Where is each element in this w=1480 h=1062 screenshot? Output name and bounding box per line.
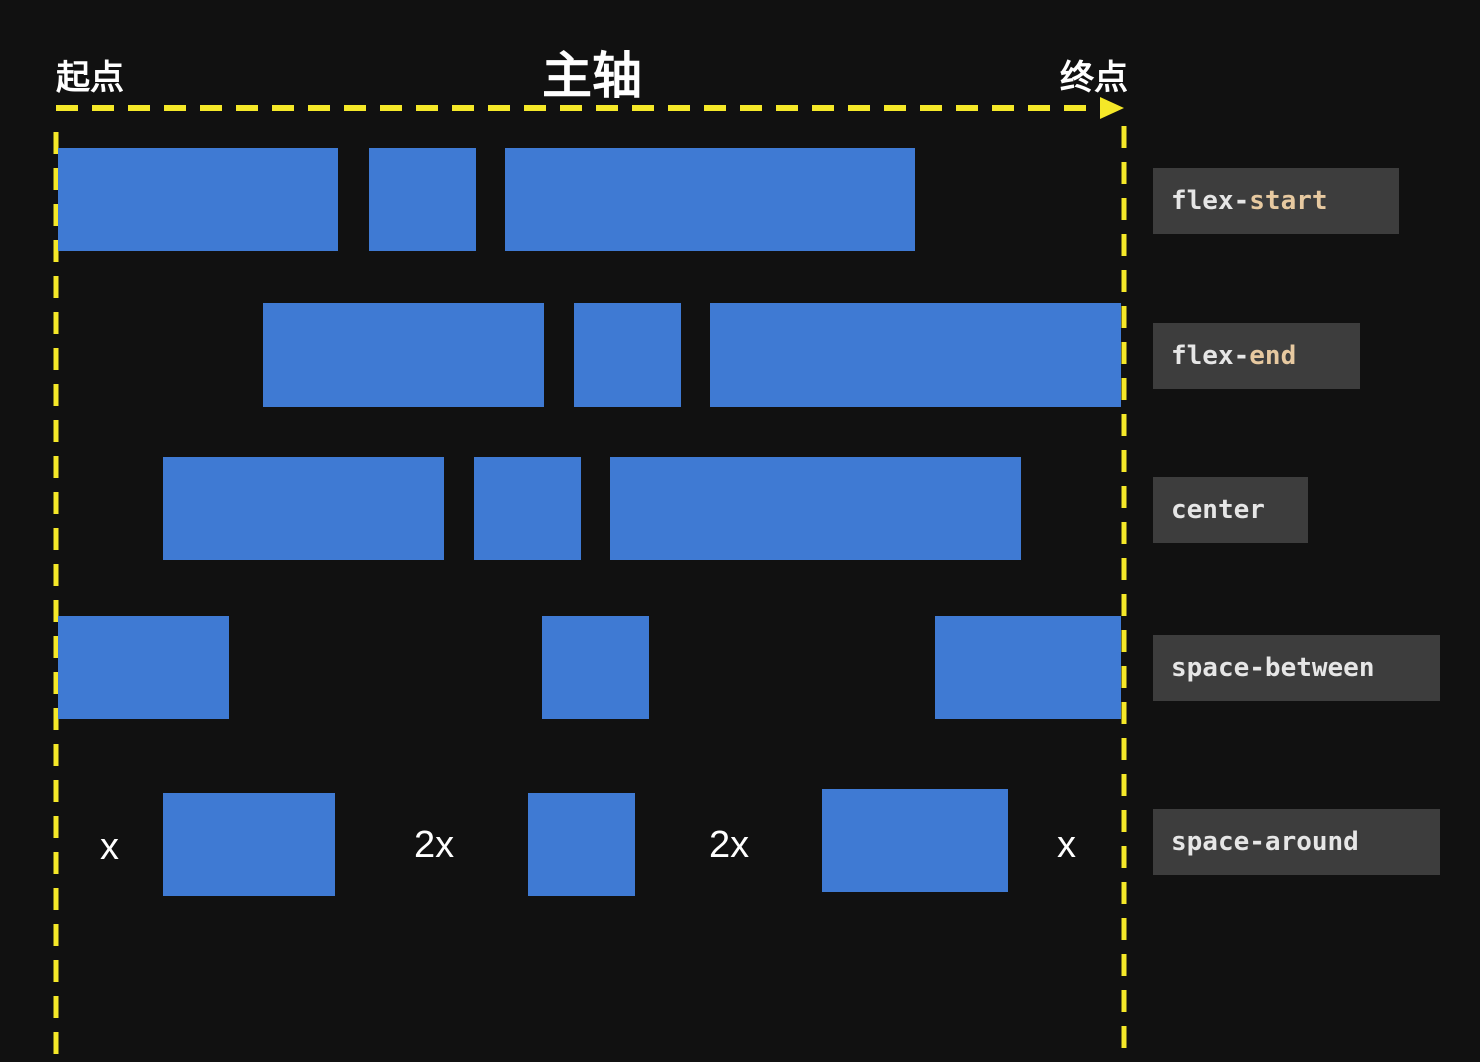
main-axis-arrowhead (1100, 97, 1124, 119)
tag-center-text: center (1171, 495, 1265, 525)
tag-center: center (1153, 477, 1308, 543)
tag-flex-start: flex-start (1153, 168, 1399, 234)
row-flex-start-box-3 (505, 148, 915, 251)
start-label: 起点 (56, 58, 124, 98)
row-center-box-1 (163, 457, 444, 560)
row-flex-end-box-2 (574, 303, 681, 407)
row-center-box-2 (474, 457, 581, 560)
flex-justify-diagram: 起点 主轴 终点 x 2x 2x x flex-start flex-end c… (0, 0, 1480, 1062)
row-center-box-3 (610, 457, 1021, 560)
gap-label-1: x (100, 826, 119, 868)
row-space-around-box-3 (822, 789, 1008, 892)
main-axis-label: 主轴 (542, 47, 642, 105)
row-flex-start-box-1 (58, 148, 338, 251)
tag-space-between: space-between (1153, 635, 1440, 701)
tag-space-between-text: space-between (1171, 653, 1375, 683)
tag-space-around: space-around (1153, 809, 1440, 875)
row-space-between-box-3 (935, 616, 1121, 719)
tag-flex-end: flex-end (1153, 323, 1360, 389)
tag-flex-end-suffix: end (1249, 341, 1297, 371)
gap-label-4: x (1057, 824, 1076, 866)
gap-label-2: 2x (414, 824, 455, 866)
row-space-around-box-1 (163, 793, 335, 896)
tag-space-around-text: space-around (1171, 827, 1359, 857)
tag-flex-end-prefix: flex- (1171, 341, 1250, 371)
tag-flex-start-prefix: flex- (1171, 186, 1250, 216)
tag-flex-start-suffix: start (1249, 186, 1328, 216)
end-label: 终点 (1060, 58, 1128, 98)
row-flex-end-box-3 (710, 303, 1121, 407)
row-space-between-box-2 (542, 616, 649, 719)
gap-label-3: 2x (709, 824, 750, 866)
row-flex-start-box-2 (369, 148, 476, 251)
row-space-between-box-1 (58, 616, 229, 719)
row-flex-end-box-1 (263, 303, 544, 407)
row-space-around-box-2 (528, 793, 635, 896)
